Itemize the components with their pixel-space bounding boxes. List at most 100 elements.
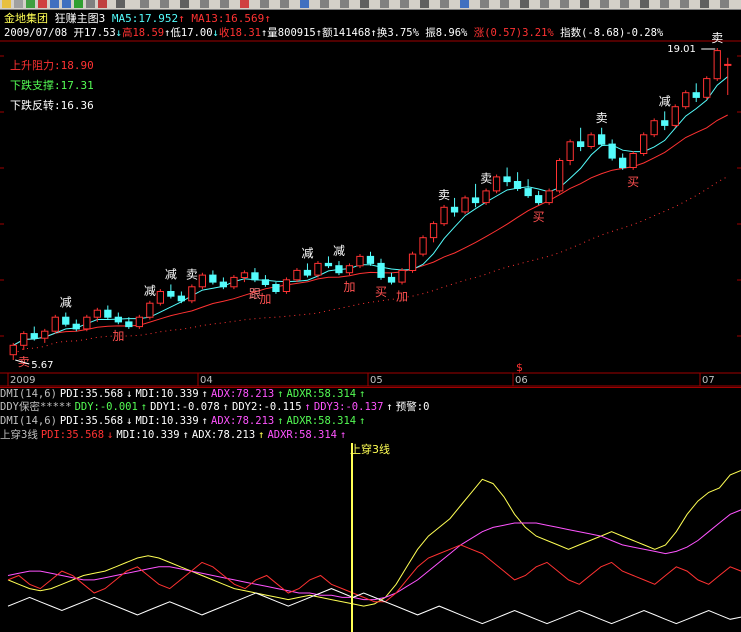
candle-body xyxy=(419,237,427,255)
special-marker: $ xyxy=(516,361,523,374)
ddy-value: DDY:-0.001 xyxy=(74,401,138,413)
signal-label: 加 xyxy=(259,292,271,306)
ddy3-value: DDY3:-0.137 xyxy=(313,401,384,413)
ddy-name: DDY保密***** xyxy=(0,401,72,413)
ddy1-value: DDY1:-0.078 xyxy=(150,401,220,413)
candle-body xyxy=(20,333,28,346)
candle-body xyxy=(219,281,227,288)
candle-body xyxy=(513,181,522,189)
signal-label: 减 xyxy=(301,246,313,260)
adx-value: ADX:78.213 xyxy=(211,388,275,400)
candle-body xyxy=(41,330,49,339)
candle-body xyxy=(535,195,543,204)
up-arrow-icon: ↑ xyxy=(359,415,366,427)
adx-value: ADX:78.213 xyxy=(191,429,256,441)
signal-label: 卖 xyxy=(186,267,198,281)
candle-body xyxy=(408,253,417,272)
candle-body xyxy=(135,316,143,328)
candle-body xyxy=(261,279,270,285)
signal-label: 加 xyxy=(343,280,355,294)
signal-label: 加 xyxy=(396,289,408,303)
dmi-chart[interactable]: 上穿3线 xyxy=(0,443,741,632)
candle-body xyxy=(377,262,385,278)
up-arrow-icon: ↑ xyxy=(222,401,229,413)
mdi-value: MDI:10.339 xyxy=(135,388,199,400)
x-axis-label: 07 xyxy=(702,375,715,386)
signal-label: 减 xyxy=(659,94,671,108)
ddy-row: DDY保密***** DDY:-0.001 ↑ DDY1:-0.078 ↑ DDY2:-0… xyxy=(0,401,741,414)
candle-body xyxy=(608,143,616,159)
up-arrow-icon: ↑ xyxy=(359,388,366,400)
candle-body xyxy=(366,255,375,264)
crossover-name: 上穿3线 xyxy=(0,429,38,441)
candle-body xyxy=(272,284,280,292)
candle-body xyxy=(167,291,175,297)
up-arrow-icon: ↑ xyxy=(386,401,393,413)
candle-body xyxy=(598,134,606,145)
candle-body xyxy=(503,176,511,183)
candle-body xyxy=(93,309,101,318)
candle-body xyxy=(398,269,406,283)
mdi-value: MDI:10.339 xyxy=(135,415,199,427)
candle-body xyxy=(387,276,396,283)
ddy2-value: DDY2:-0.115 xyxy=(232,401,302,413)
down-arrow-icon: ↓ xyxy=(126,388,133,400)
mdi-line xyxy=(7,588,741,625)
x-axis-label: 04 xyxy=(200,375,213,386)
signal-label: 卖 xyxy=(438,188,450,202)
candle-body xyxy=(125,321,133,328)
candle-body xyxy=(335,265,343,274)
down-arrow-icon: ↓ xyxy=(107,429,114,441)
dmi-row-2: DMI(14,6) PDI:35.568 ↓ MDI:10.339 ↑ ADX:78.21… xyxy=(0,415,741,428)
candle-body xyxy=(356,255,364,267)
candle-body xyxy=(62,316,70,325)
stock-chart-window: 金地集团 狂赚主图3 MA5:17.952↑ MA13:16.569↑ 2009… xyxy=(0,0,741,632)
candle-body xyxy=(650,120,658,136)
candle-body xyxy=(471,197,480,204)
crossover-label: 上穿3线 xyxy=(350,443,390,456)
signal-label: 买 xyxy=(375,285,387,299)
low-price-label: 5.67 xyxy=(31,360,53,371)
candle-body xyxy=(629,153,637,168)
candle-body xyxy=(324,262,333,267)
candle-body xyxy=(566,141,574,162)
price-chart[interactable]: 卖减加减减卖跟加减减加买加卖卖买卖买减卖19.015.67$2009040506… xyxy=(0,0,741,390)
up-arrow-icon: ↑ xyxy=(182,429,189,441)
mdi-value: MDI:10.339 xyxy=(116,429,180,441)
candle-body xyxy=(209,274,217,283)
candle-body xyxy=(156,291,164,304)
candle-body xyxy=(556,160,564,192)
signal-label: 卖 xyxy=(480,172,492,186)
up-arrow-icon: ↑ xyxy=(304,401,311,413)
candle-body xyxy=(440,206,448,225)
up-arrow-icon: ↑ xyxy=(340,429,347,441)
candle-body xyxy=(293,269,301,281)
candle-body xyxy=(482,190,490,204)
signal-label: 减 xyxy=(144,284,156,298)
candle-body xyxy=(661,120,669,126)
candle-body xyxy=(587,134,595,148)
candle-body xyxy=(83,316,91,330)
ma5-line xyxy=(13,76,729,346)
high-price-label: 19.01 xyxy=(667,44,696,55)
adxr-value: ADXR:58.314 xyxy=(267,429,338,441)
candle-body xyxy=(577,141,585,148)
candle-body xyxy=(251,272,259,281)
up-arrow-icon: ↑ xyxy=(140,401,148,413)
signal-label: 减 xyxy=(60,296,72,310)
candle-body xyxy=(524,188,532,197)
candle-body xyxy=(9,344,17,356)
x-axis-label: 2009 xyxy=(10,375,35,386)
pdi-line xyxy=(7,544,741,603)
candle-body xyxy=(240,272,249,278)
signal-label: 买 xyxy=(627,175,639,189)
dmi-row-1: DMI(14,6) PDI:35.568 ↓ MDI:10.339 ↑ ADX:78.21… xyxy=(0,387,741,401)
candle-body xyxy=(429,223,438,239)
candle-body xyxy=(282,279,291,292)
dmi-name: DMI(14,6) xyxy=(0,388,57,400)
x-axis-label: 05 xyxy=(370,375,383,386)
candle-body xyxy=(619,157,627,169)
up-arrow-icon: ↑ xyxy=(277,388,284,400)
crossover-row: 上穿3线 PDI:35.568 ↓ MDI:10.339 ↑ ADX:78.213 ↑ ADX… xyxy=(0,429,741,442)
pdi-value: PDI:35.568 xyxy=(59,415,124,427)
